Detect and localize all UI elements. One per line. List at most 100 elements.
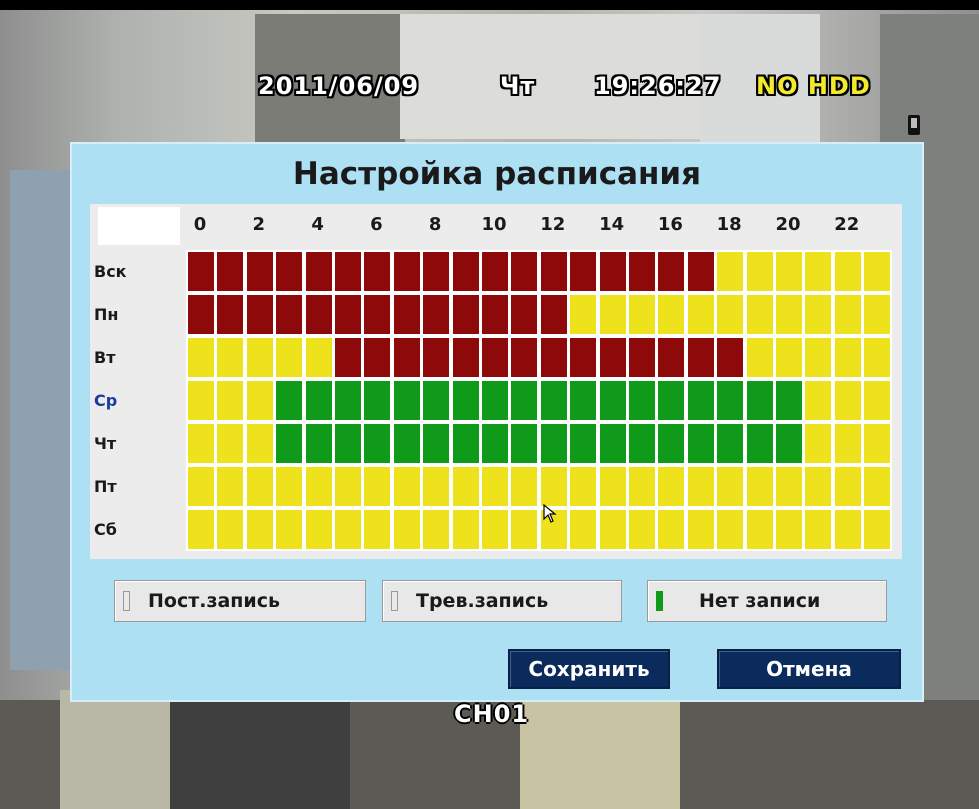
schedule-cell[interactable] (834, 467, 861, 506)
schedule-cell[interactable] (834, 338, 861, 377)
schedule-cell[interactable] (629, 510, 655, 549)
schedule-cell[interactable] (687, 338, 714, 377)
schedule-cell[interactable] (276, 467, 303, 506)
schedule-cell[interactable] (658, 467, 685, 506)
schedule-cell[interactable] (335, 467, 361, 506)
schedule-cell[interactable] (305, 338, 332, 377)
schedule-cell[interactable] (746, 381, 773, 420)
schedule-cell[interactable] (423, 295, 450, 334)
schedule-cell[interactable] (246, 381, 273, 420)
schedule-cell[interactable] (864, 510, 891, 549)
schedule-cell[interactable] (629, 338, 655, 377)
schedule-cell[interactable] (482, 338, 508, 377)
schedule-cell[interactable] (482, 424, 508, 463)
schedule-cell[interactable] (834, 252, 861, 291)
schedule-cell[interactable] (776, 252, 802, 291)
schedule-cell[interactable] (276, 252, 303, 291)
schedule-cell[interactable] (393, 252, 420, 291)
schedule-cell[interactable] (511, 338, 538, 377)
schedule-cell[interactable] (335, 424, 361, 463)
schedule-cell[interactable] (393, 424, 420, 463)
schedule-cell[interactable] (629, 381, 655, 420)
schedule-cell[interactable] (452, 424, 479, 463)
schedule-cell[interactable] (805, 338, 832, 377)
schedule-cell[interactable] (629, 252, 655, 291)
schedule-cell[interactable] (540, 252, 567, 291)
schedule-cell[interactable] (717, 338, 744, 377)
schedule-cell[interactable] (599, 381, 626, 420)
schedule-cell[interactable] (687, 381, 714, 420)
schedule-cell[interactable] (540, 381, 567, 420)
schedule-cell[interactable] (335, 338, 361, 377)
schedule-cell[interactable] (305, 467, 332, 506)
schedule-cell[interactable] (658, 295, 685, 334)
cancel-button[interactable]: Отмена (717, 649, 901, 689)
schedule-cell[interactable] (658, 338, 685, 377)
schedule-cell[interactable] (599, 467, 626, 506)
schedule-cell[interactable] (276, 381, 303, 420)
schedule-cell[interactable] (305, 295, 332, 334)
schedule-cell[interactable] (246, 295, 273, 334)
schedule-cell[interactable] (717, 424, 744, 463)
schedule-cell[interactable] (805, 510, 832, 549)
schedule-cell[interactable] (511, 510, 538, 549)
schedule-cell[interactable] (217, 338, 244, 377)
schedule-cell[interactable] (746, 338, 773, 377)
schedule-cell[interactable] (393, 510, 420, 549)
schedule-cell[interactable] (687, 467, 714, 506)
schedule-cell[interactable] (599, 510, 626, 549)
legend-continuous-record-button[interactable]: Пост.запись (114, 580, 366, 622)
schedule-cell[interactable] (834, 295, 861, 334)
schedule-cell[interactable] (452, 381, 479, 420)
schedule-cell[interactable] (687, 252, 714, 291)
schedule-cell[interactable] (570, 424, 597, 463)
schedule-cell[interactable] (393, 381, 420, 420)
schedule-cell[interactable] (540, 467, 567, 506)
schedule-cell[interactable] (393, 295, 420, 334)
schedule-cell[interactable] (658, 424, 685, 463)
schedule-cell[interactable] (776, 424, 802, 463)
schedule-cell[interactable] (834, 510, 861, 549)
schedule-cell[interactable] (776, 381, 802, 420)
schedule-cell[interactable] (217, 510, 244, 549)
schedule-cell[interactable] (834, 424, 861, 463)
schedule-cell[interactable] (246, 510, 273, 549)
schedule-cell[interactable] (511, 381, 538, 420)
schedule-cell[interactable] (658, 252, 685, 291)
schedule-cell[interactable] (335, 295, 361, 334)
schedule-cell[interactable] (482, 252, 508, 291)
schedule-cell[interactable] (217, 467, 244, 506)
schedule-cell[interactable] (864, 295, 891, 334)
schedule-cell[interactable] (393, 338, 420, 377)
schedule-cell[interactable] (717, 381, 744, 420)
schedule-cell[interactable] (717, 252, 744, 291)
schedule-cell[interactable] (570, 295, 597, 334)
schedule-cell[interactable] (364, 381, 391, 420)
schedule-cell[interactable] (452, 338, 479, 377)
schedule-cell[interactable] (188, 424, 214, 463)
schedule-cell[interactable] (364, 510, 391, 549)
schedule-cell[interactable] (776, 510, 802, 549)
schedule-cell[interactable] (717, 295, 744, 334)
schedule-cell[interactable] (276, 338, 303, 377)
schedule-cell[interactable] (335, 252, 361, 291)
schedule-cell[interactable] (687, 424, 714, 463)
schedule-cell[interactable] (864, 338, 891, 377)
schedule-cell[interactable] (276, 295, 303, 334)
schedule-cell[interactable] (629, 295, 655, 334)
schedule-cell[interactable] (776, 295, 802, 334)
schedule-cell[interactable] (511, 424, 538, 463)
schedule-cell[interactable] (540, 338, 567, 377)
schedule-cell[interactable] (188, 295, 214, 334)
schedule-cell[interactable] (423, 338, 450, 377)
schedule-cell[interactable] (540, 295, 567, 334)
schedule-cell[interactable] (188, 381, 214, 420)
schedule-cell[interactable] (423, 252, 450, 291)
schedule-cell[interactable] (570, 252, 597, 291)
schedule-cell[interactable] (364, 467, 391, 506)
schedule-cell[interactable] (246, 338, 273, 377)
schedule-cell[interactable] (570, 338, 597, 377)
schedule-cell[interactable] (305, 510, 332, 549)
schedule-cell[interactable] (599, 252, 626, 291)
schedule-cell[interactable] (188, 252, 214, 291)
